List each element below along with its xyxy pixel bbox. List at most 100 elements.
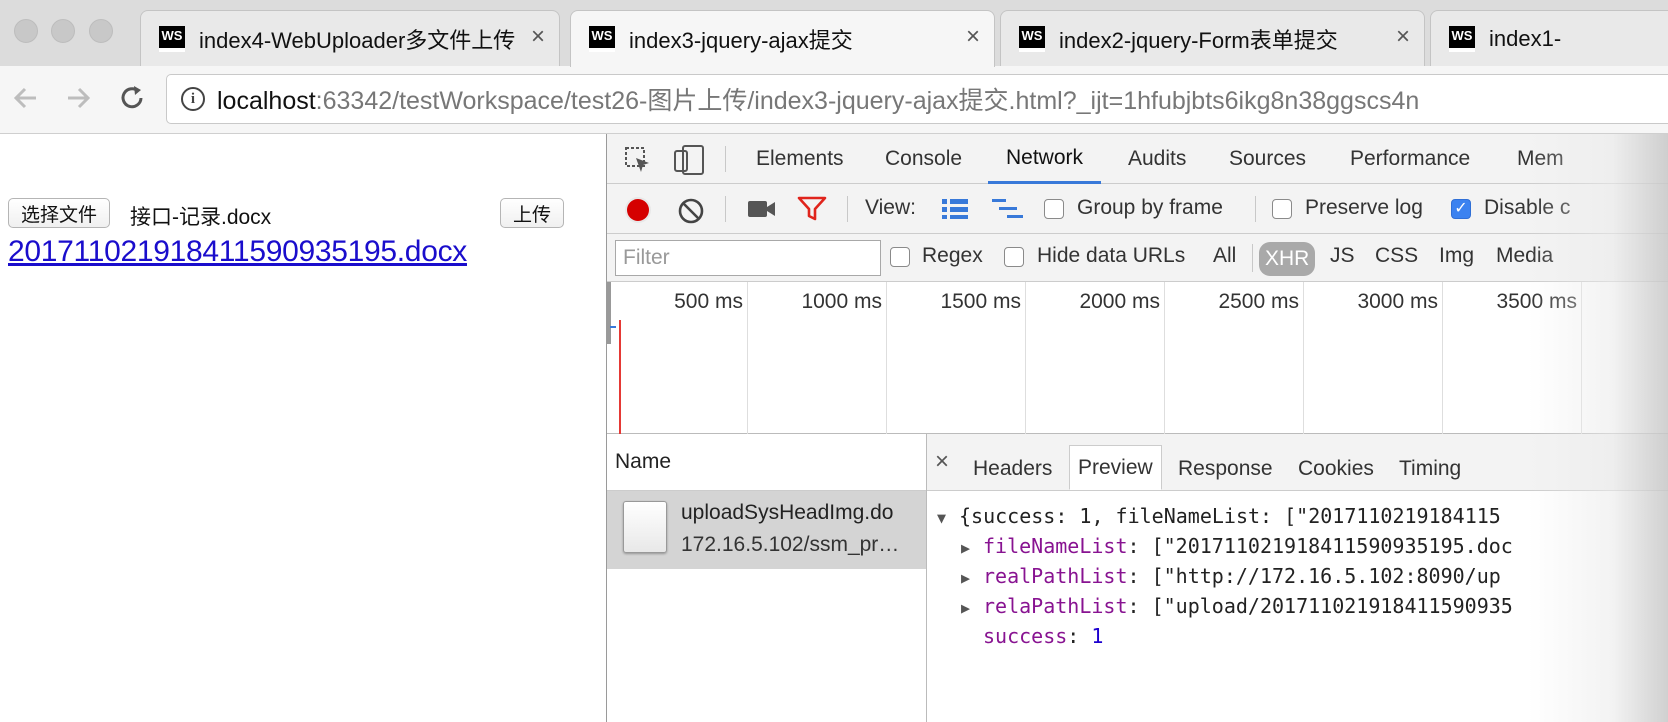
- tab-audits[interactable]: Audits: [1128, 134, 1186, 184]
- request-bar: [610, 326, 616, 328]
- group-by-frame-checkbox[interactable]: [1044, 199, 1064, 219]
- tab-response[interactable]: Response: [1170, 446, 1281, 491]
- webstorm-icon: WS: [1449, 25, 1475, 52]
- upload-button[interactable]: 上传: [500, 198, 565, 228]
- window-minimize-button[interactable]: [51, 19, 75, 43]
- name-column-header[interactable]: Name: [607, 434, 926, 491]
- timeline-tick-label: 2000 ms: [1079, 290, 1160, 313]
- timeline-tick-label: 500 ms: [674, 290, 743, 313]
- tab-preview[interactable]: Preview: [1069, 445, 1162, 490]
- tab-network[interactable]: Network: [988, 134, 1102, 184]
- webstorm-icon: WS: [589, 26, 615, 52]
- gridline: [1025, 282, 1026, 434]
- type-filter-js[interactable]: JS: [1330, 244, 1355, 268]
- uploaded-file-link[interactable]: 2017110219184115909351​95.docx: [8, 235, 467, 269]
- tab-elements[interactable]: Elements: [756, 134, 844, 184]
- devtools-panel: Elements Console Network Audits Sources …: [606, 134, 1668, 722]
- json-property-success: success: 1: [983, 624, 1104, 648]
- regex-checkbox[interactable]: [890, 247, 910, 267]
- webstorm-icon: WS: [1019, 25, 1045, 52]
- close-tab-icon[interactable]: ×: [531, 25, 545, 49]
- tab-title: index3-jquery-ajax提交: [629, 28, 853, 53]
- type-filter-all[interactable]: All: [1213, 244, 1236, 268]
- inspect-element-icon[interactable]: [623, 145, 653, 175]
- gridline: [886, 282, 887, 434]
- separator: [725, 196, 726, 222]
- back-arrow-icon[interactable]: [8, 80, 44, 116]
- clear-icon[interactable]: [677, 197, 705, 225]
- group-by-frame-label: Group by frame: [1077, 196, 1223, 219]
- separator: [725, 146, 726, 172]
- tab-performance[interactable]: Performance: [1350, 134, 1470, 184]
- preserve-log-checkbox[interactable]: [1272, 199, 1292, 219]
- json-property-filenamelist[interactable]: ▶ fileNameList: ["20171102191841159093519…: [961, 534, 1513, 558]
- tab-timing[interactable]: Timing: [1391, 446, 1469, 491]
- device-toolbar-icon[interactable]: [673, 143, 707, 177]
- choose-file-button[interactable]: 选择文件: [8, 198, 111, 228]
- info-icon[interactable]: i: [181, 87, 205, 111]
- collapsed-triangle-icon[interactable]: ▶: [961, 599, 983, 617]
- browser-toolbar: i localhost:63342/testWorkspace/test26-图…: [0, 66, 1668, 134]
- tab-cookies[interactable]: Cookies: [1290, 446, 1382, 491]
- window-close-button[interactable]: [14, 19, 38, 43]
- reload-icon[interactable]: [114, 80, 150, 116]
- close-tab-icon[interactable]: ×: [966, 25, 980, 49]
- json-property-relapathlist[interactable]: ▶ relaPathList: ["upload/2017110219184115…: [961, 594, 1513, 618]
- preserve-log-label: Preserve log: [1305, 196, 1423, 219]
- tab-sources[interactable]: Sources: [1229, 134, 1306, 184]
- network-overview-timeline[interactable]: 500 ms 1000 ms 1500 ms 2000 ms 2500 ms 3…: [607, 282, 1668, 434]
- timeline-tick-label: 3000 ms: [1357, 290, 1438, 313]
- type-filter-media[interactable]: Media: [1496, 244, 1553, 268]
- page-viewport: 选择文件 接口-记录.docx 上传 201711021918411590935…: [0, 134, 606, 722]
- screenshot-camera-icon[interactable]: [747, 198, 777, 220]
- tab-headers[interactable]: Headers: [965, 446, 1060, 491]
- collapsed-triangle-icon[interactable]: ▶: [961, 539, 983, 557]
- load-event-line: [619, 320, 621, 434]
- tab-console[interactable]: Console: [885, 134, 962, 184]
- close-detail-icon[interactable]: ×: [935, 448, 949, 476]
- url-text: localhost:63342/testWorkspace/test26-图片上…: [217, 87, 1420, 115]
- request-row[interactable]: uploadSysHeadImg.do 172.16.5.102/ssm_pr…: [607, 491, 926, 569]
- request-detail-panel: × Headers Preview Response Cookies Timin…: [927, 434, 1668, 722]
- hide-data-urls-checkbox[interactable]: [1004, 247, 1024, 267]
- request-list: Name uploadSysHeadImg.do 172.16.5.102/ss…: [607, 434, 927, 722]
- tab-title: index4-WebUploader多文件上传: [199, 27, 516, 53]
- forward-arrow-icon[interactable]: [60, 80, 96, 116]
- address-bar[interactable]: i localhost:63342/testWorkspace/test26-图…: [166, 74, 1668, 124]
- expanded-triangle-icon[interactable]: ▼: [937, 509, 959, 527]
- disable-cache-checkbox[interactable]: ✓: [1451, 199, 1471, 219]
- browser-tab-index4[interactable]: WS index4-WebUploader多文件上传 ×: [140, 10, 560, 66]
- tab-title: index2-jquery-Form表单提交: [1059, 27, 1338, 53]
- browser-tab-index3[interactable]: WS index3-jquery-ajax提交 ×: [570, 10, 995, 67]
- window-maximize-button[interactable]: [89, 19, 113, 43]
- timeline-handle[interactable]: [607, 282, 611, 344]
- gridline: [1442, 282, 1443, 434]
- timeline-tick-label: 1500 ms: [940, 290, 1021, 313]
- separator: [847, 196, 848, 222]
- waterfall-icon[interactable]: [991, 197, 1025, 221]
- gridline: [1581, 282, 1582, 434]
- tab-memory[interactable]: Mem: [1517, 134, 1564, 184]
- filter-input[interactable]: Filter: [615, 240, 881, 276]
- browser-tab-index2[interactable]: WS index2-jquery-Form表单提交 ×: [1000, 10, 1425, 66]
- separator: [1255, 196, 1256, 222]
- devtools-tab-bar: Elements Console Network Audits Sources …: [607, 134, 1668, 184]
- close-tab-icon[interactable]: ×: [1396, 25, 1410, 49]
- type-filter-img[interactable]: Img: [1439, 244, 1474, 268]
- view-label: View:: [865, 196, 916, 219]
- json-property-realpathlist[interactable]: ▶ realPathList: ["http://172.16.5.102:809…: [961, 564, 1501, 588]
- record-icon[interactable]: [623, 195, 653, 225]
- large-rows-icon[interactable]: [941, 197, 969, 221]
- collapsed-triangle-icon[interactable]: ▶: [961, 569, 983, 587]
- detail-tab-bar: × Headers Preview Response Cookies Timin…: [927, 434, 1668, 491]
- network-toolbar: View: Group by frame Preserve log ✓ Disa…: [607, 184, 1668, 234]
- gridline: [747, 282, 748, 434]
- type-filter-css[interactable]: CSS: [1375, 244, 1418, 268]
- request-name: uploadSysHeadImg.do: [681, 501, 894, 524]
- browser-tab-index1[interactable]: WS index1-: [1430, 10, 1668, 66]
- json-root-summary[interactable]: ▼ {success: 1, fileNameList: ["2017110219…: [937, 504, 1501, 528]
- filter-funnel-icon[interactable]: [797, 196, 827, 222]
- request-url: 172.16.5.102/ssm_pr…: [681, 533, 900, 556]
- document-icon: [623, 501, 667, 553]
- type-filter-xhr[interactable]: XHR: [1259, 242, 1316, 276]
